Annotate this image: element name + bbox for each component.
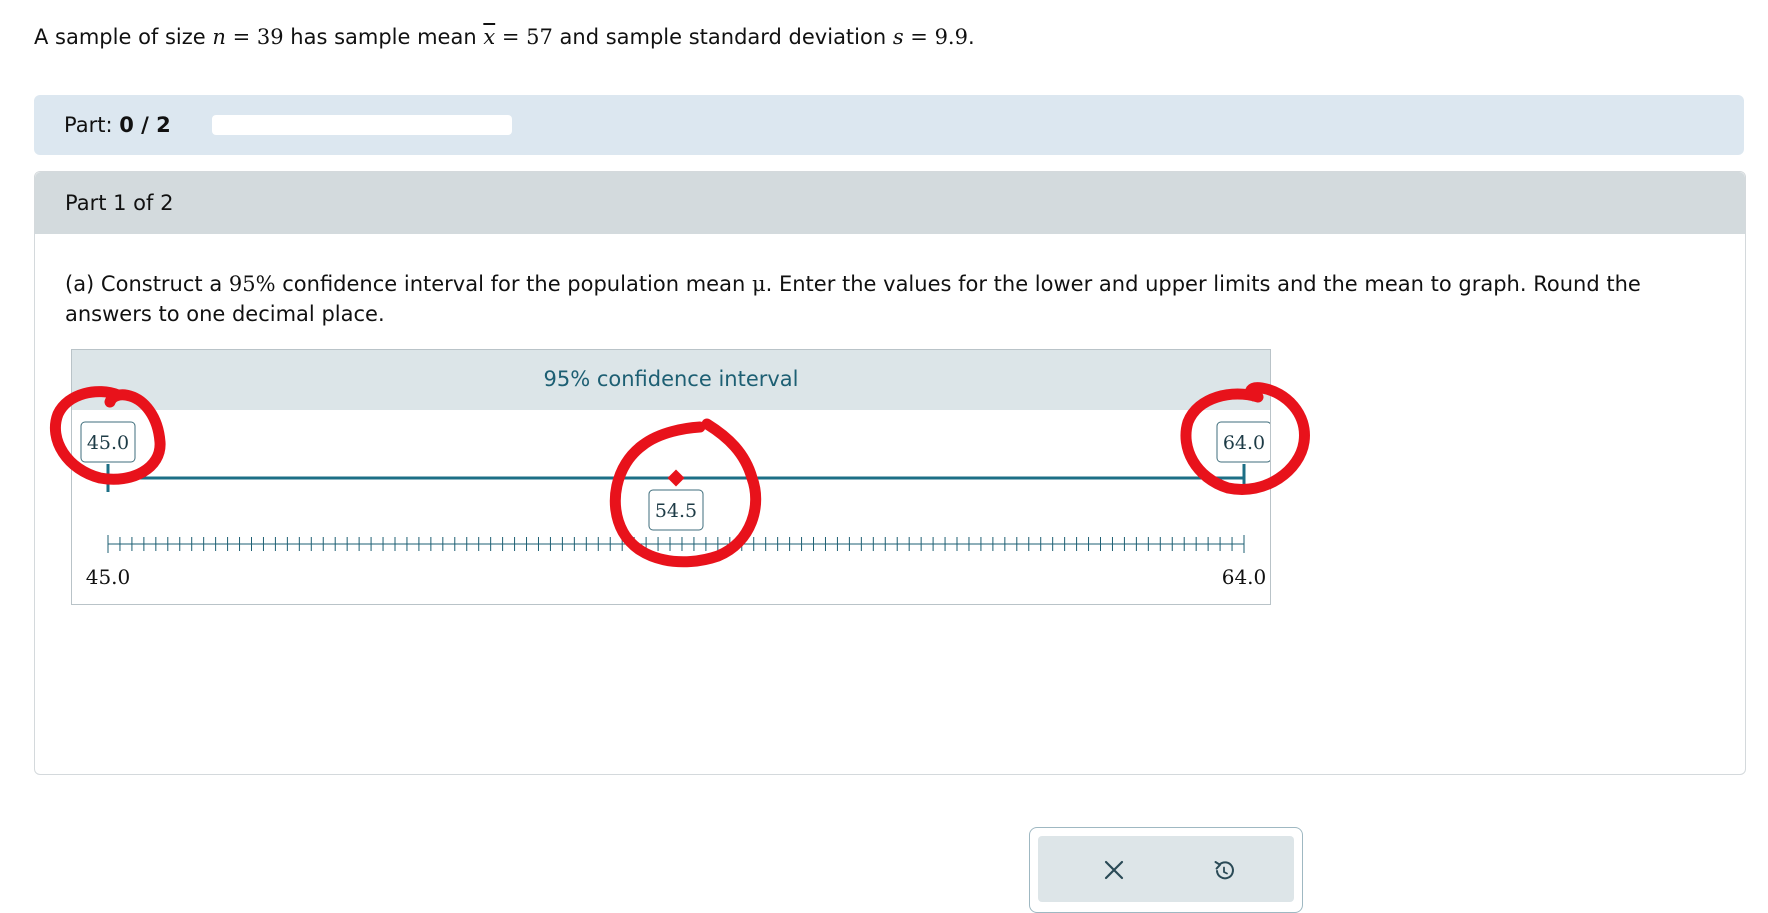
mean-marker[interactable] (667, 469, 685, 487)
undo-icon (1214, 861, 1234, 880)
n-variable: n (212, 25, 226, 49)
confidence-interval-graph[interactable]: 95% confidence interval 45.0 64.0 54.5 4… (71, 349, 1271, 605)
s-variable: s (892, 25, 904, 49)
upper-limit-label: 64.0 (1223, 432, 1265, 454)
question-text: (a) Construct a 95% confidence interval … (65, 272, 1641, 326)
number-line-canvas[interactable]: 45.0 64.0 54.5 45.0 64.0 (72, 350, 1270, 604)
progress-track (212, 115, 512, 135)
action-toolbar (1029, 827, 1303, 913)
clear-button[interactable] (1094, 850, 1134, 890)
part-progress-label: Part: 0 / 2 (64, 113, 171, 137)
mean-label: 54.5 (655, 500, 697, 522)
part-progress-bar: Part: 0 / 2 (34, 95, 1744, 155)
axis-max-label: 64.0 (1222, 565, 1267, 589)
part-progress-value: 0 / 2 (119, 113, 171, 137)
close-icon (1104, 860, 1124, 880)
undo-button[interactable] (1204, 850, 1244, 890)
problem-statement: A sample of size n = 39 has sample mean … (34, 25, 975, 49)
axis-min-label: 45.0 (86, 565, 131, 589)
part-header: Part 1 of 2 (35, 172, 1745, 234)
part-panel: Part 1 of 2 (a) Construct a 95% confiden… (34, 171, 1746, 913)
mean-variable: x (483, 25, 496, 49)
part-title: Part 1 of 2 (65, 191, 174, 215)
lower-limit-label: 45.0 (87, 432, 129, 454)
action-toolbar-inner (1038, 836, 1294, 902)
